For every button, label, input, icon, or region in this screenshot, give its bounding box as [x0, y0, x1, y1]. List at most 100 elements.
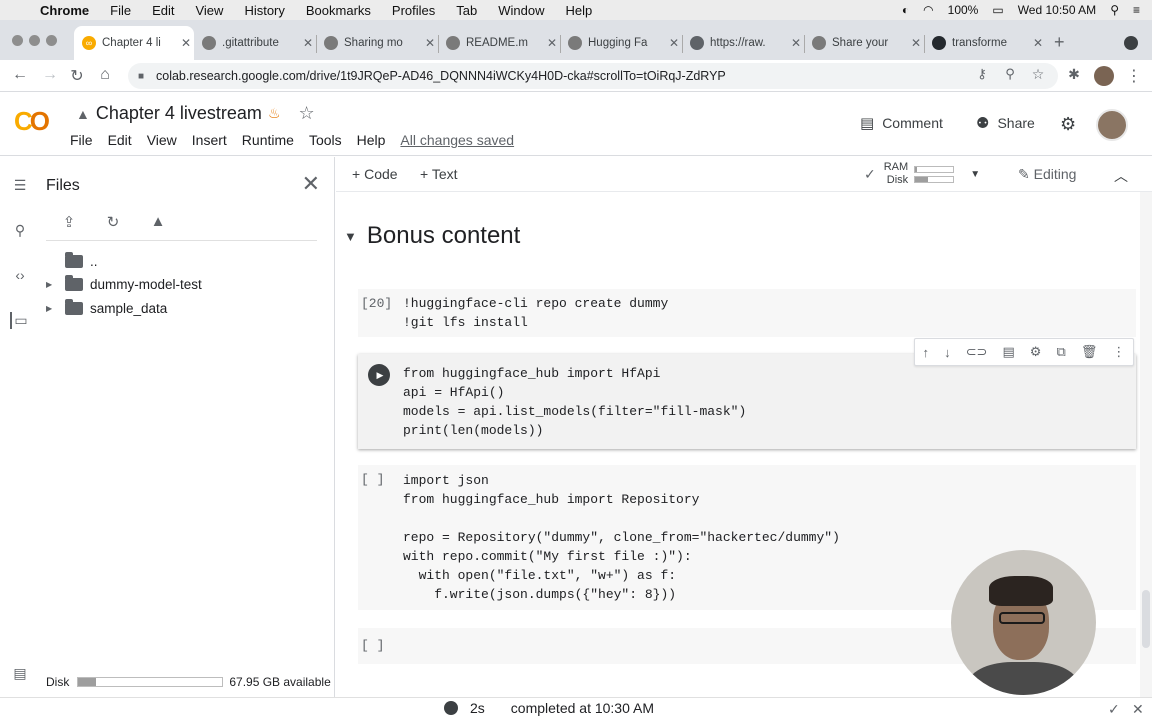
close-tab-icon[interactable]: ✕: [544, 36, 560, 50]
battery-icon[interactable]: ▭: [992, 3, 1003, 17]
comment-icon[interactable]: ▤: [1002, 344, 1014, 360]
refresh-folder-icon[interactable]: ↻: [103, 213, 123, 231]
code-cell-2[interactable]: ▶ from huggingface_hub import HfApi api =…: [358, 354, 1136, 449]
colab-menu-tools[interactable]: Tools: [309, 132, 342, 148]
close-tab-icon[interactable]: ✕: [1030, 36, 1046, 50]
tab-readme[interactable]: README.m ✕: [438, 26, 560, 60]
section-heading[interactable]: ▼ Bonus content: [344, 222, 520, 250]
notebook-scrollbar[interactable]: [1140, 192, 1152, 697]
menu-file[interactable]: File: [110, 3, 131, 18]
control-center-icon[interactable]: ≡: [1133, 3, 1140, 17]
minimize-window-icon[interactable]: [29, 35, 40, 46]
window-controls[interactable]: [12, 35, 57, 46]
mirror-cell-icon[interactable]: ⧉: [1057, 344, 1066, 360]
tab-transformers[interactable]: transforme ✕: [924, 26, 1046, 60]
resources-indicator[interactable]: ✓ RAM Disk ▼: [864, 161, 980, 187]
search-icon[interactable]: ⚲: [10, 222, 30, 239]
zoom-icon[interactable]: ⚲: [1000, 66, 1020, 82]
reload-icon[interactable]: ↻: [67, 66, 87, 86]
lock-icon[interactable]: ■: [138, 71, 148, 82]
add-code-button[interactable]: + Code: [352, 166, 398, 182]
colab-menu-edit[interactable]: Edit: [108, 132, 132, 148]
battery-percent[interactable]: 100%: [948, 3, 979, 17]
code-snippets-icon[interactable]: ‹›: [10, 267, 30, 283]
close-tab-icon[interactable]: ✕: [178, 36, 194, 50]
key-icon[interactable]: ⚷: [972, 66, 992, 82]
menu-bookmarks[interactable]: Bookmarks: [306, 3, 371, 18]
menu-profiles[interactable]: Profiles: [392, 3, 435, 18]
menu-view[interactable]: View: [195, 3, 223, 18]
cell-code[interactable]: import json from huggingface_hub import R…: [403, 471, 840, 604]
comment-button[interactable]: ▤ Comment: [860, 114, 943, 132]
wifi-icon[interactable]: ◠: [923, 3, 933, 17]
move-up-icon[interactable]: ↑: [923, 345, 930, 360]
folder-dummy-model-test[interactable]: ▶ dummy-model-test: [46, 273, 202, 295]
tab-chapter-4[interactable]: ∞ Chapter 4 li ✕: [74, 26, 194, 60]
scrollbar-thumb[interactable]: [1142, 590, 1150, 648]
notebook-title[interactable]: Chapter 4 livestream: [96, 103, 262, 124]
menu-tab[interactable]: Tab: [456, 3, 477, 18]
close-icon[interactable]: ✕: [302, 171, 320, 197]
colab-menu-view[interactable]: View: [147, 132, 177, 148]
add-text-button[interactable]: + Text: [420, 166, 458, 182]
expand-arrow-icon[interactable]: ▶: [46, 280, 56, 289]
upload-file-icon[interactable]: ⇪: [59, 213, 79, 231]
new-tab-icon[interactable]: +: [1054, 32, 1065, 53]
settings-icon[interactable]: ⚙: [1030, 344, 1042, 360]
close-window-icon[interactable]: [12, 35, 23, 46]
run-cell-button[interactable]: ▶: [368, 364, 390, 386]
user-avatar[interactable]: [1096, 109, 1128, 141]
menu-help[interactable]: Help: [566, 3, 593, 18]
menu-history[interactable]: History: [244, 3, 284, 18]
bookmark-star-icon[interactable]: ☆: [1028, 66, 1048, 83]
extensions-icon[interactable]: ✱: [1064, 66, 1084, 83]
close-icon[interactable]: ✕: [1132, 701, 1144, 718]
files-folder-icon[interactable]: ▭: [10, 312, 30, 329]
menu-app[interactable]: Chrome: [40, 3, 89, 18]
cell-code[interactable]: from huggingface_hub import HfApi api = H…: [403, 364, 746, 440]
chrome-menu-icon[interactable]: ⋮: [1124, 66, 1144, 86]
tab-raw-url[interactable]: https://raw. ✕: [682, 26, 804, 60]
tab-hugging-face[interactable]: Hugging Fa ✕: [560, 26, 682, 60]
close-tab-icon[interactable]: ✕: [788, 36, 804, 50]
colab-logo[interactable]: CO: [14, 106, 58, 136]
home-icon[interactable]: ⌂: [95, 66, 115, 84]
tab-sharing-models[interactable]: Sharing mo ✕: [316, 26, 438, 60]
tab-share-your[interactable]: Share your ✕: [804, 26, 924, 60]
move-down-icon[interactable]: ↓: [944, 345, 951, 360]
clock[interactable]: Wed 10:50 AM: [1018, 3, 1097, 17]
close-tab-icon[interactable]: ✕: [666, 36, 682, 50]
back-icon[interactable]: ←: [10, 66, 30, 84]
status-icon[interactable]: ◐: [902, 3, 909, 17]
parent-folder[interactable]: ..: [46, 250, 98, 272]
forward-icon[interactable]: →: [40, 66, 60, 84]
maximize-window-icon[interactable]: [46, 35, 57, 46]
tab-gitattributes[interactable]: .gitattribute ✕: [194, 26, 316, 60]
mount-drive-icon[interactable]: ▲: [148, 213, 168, 231]
share-button[interactable]: ⚉ Share: [976, 114, 1035, 132]
colab-menu-help[interactable]: Help: [357, 132, 386, 148]
address-bar[interactable]: ■ colab.research.google.com/drive/1t9JRQ…: [128, 63, 1058, 89]
close-tab-icon[interactable]: ✕: [422, 36, 438, 50]
close-tab-icon[interactable]: ✕: [908, 36, 924, 50]
star-icon[interactable]: ☆: [299, 103, 315, 124]
search-icon[interactable]: ⚲: [1110, 3, 1119, 17]
editing-mode-button[interactable]: ✎ Editing: [1018, 166, 1076, 183]
close-tab-icon[interactable]: ✕: [300, 36, 316, 50]
profile-avatar[interactable]: [1094, 66, 1114, 86]
folder-sample-data[interactable]: ▶ sample_data: [46, 297, 167, 319]
colab-menu-runtime[interactable]: Runtime: [242, 132, 294, 148]
collapse-header-icon[interactable]: ︿: [1114, 166, 1128, 186]
menu-edit[interactable]: Edit: [152, 3, 174, 18]
settings-gear-icon[interactable]: ⚙: [1060, 114, 1076, 135]
toc-icon[interactable]: ☰: [10, 177, 30, 194]
link-icon[interactable]: ⊂⊃: [966, 344, 988, 360]
cell-code[interactable]: !huggingface-cli repo create dummy !git l…: [403, 294, 668, 332]
terminal-icon[interactable]: ▤: [10, 665, 30, 682]
save-status-link[interactable]: All changes saved: [400, 132, 514, 148]
expand-arrow-icon[interactable]: ▶: [46, 304, 56, 313]
delete-icon[interactable]: 🗑: [1081, 344, 1098, 360]
url-text[interactable]: colab.research.google.com/drive/1t9JRQeP…: [156, 69, 726, 83]
tab-search-icon[interactable]: [1124, 36, 1138, 50]
menu-window[interactable]: Window: [498, 3, 544, 18]
